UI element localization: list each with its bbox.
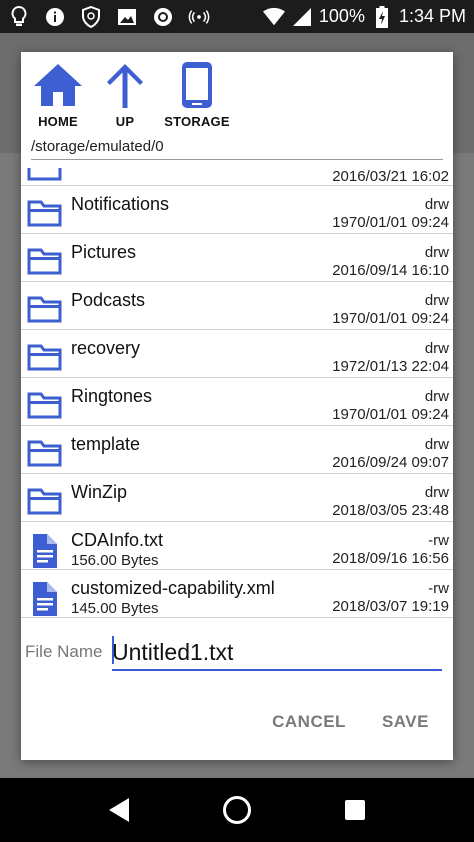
file-date: 2016/03/21 16:02 (332, 168, 449, 185)
file-date: 2016/09/24 09:07 (332, 454, 449, 471)
folder-icon (27, 390, 63, 420)
file-permissions: drw (424, 436, 449, 453)
home-label: HOME (38, 114, 78, 129)
file-date: 1970/01/01 09:24 (332, 310, 449, 327)
signal-icon (291, 6, 313, 28)
file-name: customized-capability.xml (71, 578, 275, 598)
file-date: 1970/01/01 09:24 (332, 214, 449, 231)
file-size: 156.00 Bytes (71, 552, 159, 569)
file-size: 145.00 Bytes (71, 600, 159, 617)
folder-icon (27, 294, 63, 324)
cancel-button[interactable]: CANCEL (272, 712, 346, 732)
file-name: Ringtones (71, 386, 153, 406)
back-triangle-icon (109, 798, 129, 822)
recents-square-icon (345, 800, 365, 820)
file-permissions: drw (424, 484, 449, 501)
radio-icon (188, 6, 210, 28)
file-permissions: drw (424, 340, 449, 357)
list-item[interactable]: Ringtones drw 1970/01/01 09:24 (21, 378, 453, 426)
file-name-label: File Name (25, 642, 103, 661)
dialog-actions: CANCEL SAVE (272, 712, 429, 732)
lightbulb-icon (8, 5, 30, 28)
file-name: Notifications (71, 194, 170, 214)
file-date: 2016/09/14 16:10 (332, 262, 449, 279)
file-date: 1972/01/13 22:04 (332, 358, 449, 375)
list-item[interactable]: recovery drw 1972/01/13 22:04 (21, 330, 453, 378)
home-icon (34, 64, 82, 106)
text-file-icon (27, 582, 63, 616)
current-path: /storage/emulated/0 (31, 138, 443, 160)
home-circle-icon (223, 796, 251, 824)
file-permissions: -rw (428, 532, 449, 549)
file-date: 2018/03/07 19:19 (332, 598, 449, 615)
file-name: Podcasts (71, 290, 146, 310)
back-button[interactable] (99, 790, 139, 830)
up-label: UP (115, 114, 135, 129)
file-list[interactable]: 2016/03/21 16:02 Notifications drw 1970/… (21, 168, 453, 620)
text-file-icon (27, 534, 63, 568)
shield-icon (80, 5, 102, 28)
folder-icon (27, 246, 63, 276)
list-item[interactable]: CDAInfo.txt -rw 156.00 Bytes 2018/09/16 … (21, 522, 453, 570)
recents-button[interactable] (335, 790, 375, 830)
folder-icon (27, 168, 63, 182)
file-name: recovery (71, 338, 141, 358)
wifi-icon (262, 6, 285, 28)
file-permissions: drw (424, 292, 449, 309)
battery-percent: 100% (318, 6, 365, 26)
save-file-dialog: HOME UP STORAGE /storage/emulated/0 2016… (21, 52, 453, 760)
file-name: Pictures (71, 242, 137, 262)
list-item[interactable]: customized-capability.xml -rw 145.00 Byt… (21, 570, 453, 618)
file-name: template (71, 434, 141, 454)
list-item[interactable]: 2016/03/21 16:02 (21, 168, 453, 186)
image-icon (116, 6, 138, 28)
storage-label: STORAGE (164, 114, 230, 129)
file-name: WinZip (71, 482, 128, 502)
folder-icon (27, 342, 63, 372)
status-bar: 100% 1:34 PM (0, 0, 474, 33)
file-permissions: drw (424, 244, 449, 261)
list-item[interactable]: template drw 2016/09/24 09:07 (21, 426, 453, 474)
file-permissions: drw (424, 388, 449, 405)
list-item[interactable]: Notifications drw 1970/01/01 09:24 (21, 186, 453, 234)
phone-icon (182, 62, 212, 108)
arrow-up-icon (107, 64, 143, 108)
home-nav-button[interactable] (217, 790, 257, 830)
file-name: CDAInfo.txt (71, 530, 164, 550)
navigation-bar (0, 778, 474, 842)
list-item[interactable]: Pictures drw 2016/09/14 16:10 (21, 234, 453, 282)
record-icon (152, 6, 174, 28)
folder-icon (27, 438, 63, 468)
list-item[interactable]: WinZip drw 2018/03/05 23:48 (21, 474, 453, 522)
file-permissions: drw (424, 196, 449, 213)
battery-charging-icon (371, 5, 393, 28)
clock: 1:34 PM (398, 6, 466, 26)
folder-icon (27, 486, 63, 516)
file-date: 2018/09/16 16:56 (332, 550, 449, 567)
info-icon (44, 6, 66, 28)
text-caret (112, 636, 114, 664)
file-date: 2018/03/05 23:48 (332, 502, 449, 519)
file-name-input[interactable] (112, 635, 442, 671)
save-button[interactable]: SAVE (382, 712, 429, 732)
list-item[interactable]: Podcasts drw 1970/01/01 09:24 (21, 282, 453, 330)
file-date: 1970/01/01 09:24 (332, 406, 449, 423)
folder-icon (27, 198, 63, 228)
file-permissions: -rw (428, 580, 449, 597)
